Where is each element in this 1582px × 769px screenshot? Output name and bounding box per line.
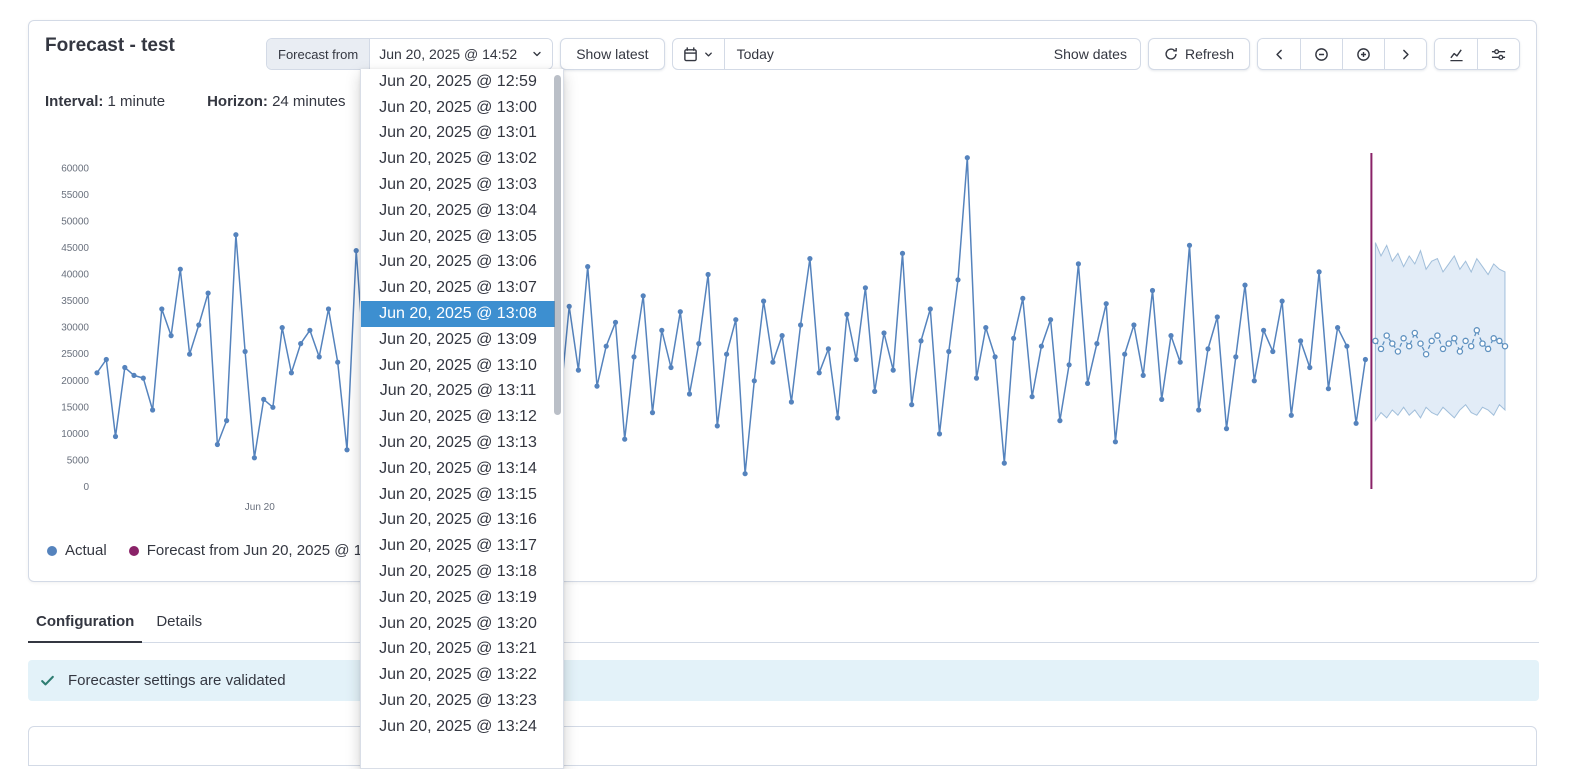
legend-item-forecast[interactable]: Forecast from Jun 20, 2025 @ 14:52: [129, 542, 392, 559]
horizon-info: Horizon: 24 minutes: [207, 93, 345, 110]
interval-label: Interval:: [45, 93, 103, 110]
chevron-down-icon: [531, 48, 543, 60]
svg-text:45000: 45000: [61, 243, 89, 254]
quick-select-button[interactable]: [673, 39, 725, 69]
legend-actual-label: Actual: [65, 542, 107, 559]
pan-right-button[interactable]: [1384, 39, 1426, 69]
date-range-value[interactable]: Today: [725, 46, 786, 62]
forecast-panel: Forecast - test Forecast from Jun 20, 20…: [28, 20, 1537, 582]
tab-configuration[interactable]: Configuration: [28, 603, 142, 643]
refresh-button[interactable]: Refresh: [1148, 38, 1250, 70]
datetime-option[interactable]: Jun 20, 2025 @ 13:05: [361, 224, 555, 250]
actual-series-dot-icon: [47, 546, 57, 556]
forecast-chart: 0 5000 10000 15000 20000 25000 30000 35000 40000…: [45, 145, 1523, 513]
datetime-option[interactable]: Jun 20, 2025 @ 13:22: [361, 662, 555, 688]
zoom-out-icon: [1314, 47, 1329, 62]
interval-value: 1 minute: [108, 93, 166, 110]
chevron-down-icon: [703, 49, 714, 60]
svg-text:10000: 10000: [61, 429, 89, 440]
next-section-panel: [28, 726, 1537, 766]
datetime-option[interactable]: Jun 20, 2025 @ 13:24: [361, 714, 555, 740]
datetime-option[interactable]: Jun 20, 2025 @ 13:04: [361, 198, 555, 224]
datetime-option[interactable]: Jun 20, 2025 @ 13:09: [361, 327, 555, 353]
chart-legend: Actual Forecast from Jun 20, 2025 @ 14:5…: [47, 542, 391, 559]
datetime-option[interactable]: Jun 20, 2025 @ 13:01: [361, 121, 555, 147]
datetime-option[interactable]: Jun 20, 2025 @ 13:02: [361, 146, 555, 172]
forecast-from-group: Forecast from Jun 20, 2025 @ 14:52: [266, 38, 553, 70]
pan-left-button[interactable]: [1258, 39, 1300, 69]
check-icon: [39, 672, 56, 689]
dropdown-scrollbar[interactable]: [554, 75, 561, 415]
datetime-option[interactable]: Jun 20, 2025 @ 13:00: [361, 95, 555, 121]
page-title: Forecast - test: [45, 35, 175, 57]
datetime-option[interactable]: Jun 20, 2025 @ 13:07: [361, 275, 555, 301]
datetime-option[interactable]: Jun 20, 2025 @ 13:03: [361, 172, 555, 198]
forecast-from-label: Forecast from: [267, 39, 370, 69]
svg-text:60000: 60000: [61, 163, 89, 174]
datetime-option[interactable]: Jun 20, 2025 @ 13:14: [361, 456, 555, 482]
pan-zoom-group: [1257, 38, 1427, 70]
datetime-option[interactable]: Jun 20, 2025 @ 13:16: [361, 508, 555, 534]
datetime-option[interactable]: Jun 20, 2025 @ 13:19: [361, 585, 555, 611]
date-picker: Today Show dates: [672, 38, 1141, 70]
zoom-out-button[interactable]: [1300, 39, 1342, 69]
interval-info: Interval: 1 minute: [45, 93, 165, 110]
datetime-option[interactable]: Jun 20, 2025 @ 13:20: [361, 611, 555, 637]
svg-text:30000: 30000: [61, 323, 89, 334]
datetime-option[interactable]: Jun 20, 2025 @ 13:15: [361, 482, 555, 508]
refresh-label: Refresh: [1185, 46, 1234, 62]
tab-details[interactable]: Details: [148, 603, 210, 643]
validation-callout: Forecaster settings are validated: [28, 660, 1539, 701]
svg-text:25000: 25000: [61, 349, 89, 360]
tabs: Configuration Details: [28, 603, 210, 643]
tabs-divider: [28, 642, 1539, 643]
legend-item-actual[interactable]: Actual: [47, 542, 107, 559]
zoom-in-icon: [1356, 47, 1371, 62]
zoom-in-button[interactable]: [1342, 39, 1384, 69]
svg-text:35000: 35000: [61, 296, 89, 307]
datetime-option[interactable]: Jun 20, 2025 @ 13:23: [361, 688, 555, 714]
datetime-option[interactable]: Jun 20, 2025 @ 13:08: [361, 301, 555, 327]
datetime-option[interactable]: Jun 20, 2025 @ 13:06: [361, 250, 555, 276]
toolbar: Forecast from Jun 20, 2025 @ 14:52 Show …: [266, 38, 1520, 70]
datetime-option[interactable]: Jun 20, 2025 @ 13:12: [361, 404, 555, 430]
datetime-option-list: Jun 20, 2025 @ 12:59Jun 20, 2025 @ 13:00…: [361, 69, 563, 740]
svg-text:0: 0: [83, 482, 89, 493]
refresh-icon: [1164, 47, 1178, 61]
datetime-option[interactable]: Jun 20, 2025 @ 13:17: [361, 533, 555, 559]
chart-type-button[interactable]: [1435, 39, 1477, 69]
chart-options-group: [1434, 38, 1520, 70]
callout-message: Forecaster settings are validated: [68, 672, 286, 689]
calendar-icon: [683, 47, 698, 62]
datetime-option[interactable]: Jun 20, 2025 @ 13:18: [361, 559, 555, 585]
line-chart-icon: [1449, 47, 1464, 62]
forecast-from-datetime-input[interactable]: Jun 20, 2025 @ 14:52: [370, 39, 552, 69]
datetime-value: Jun 20, 2025 @ 14:52: [379, 46, 517, 62]
datetime-option[interactable]: Jun 20, 2025 @ 13:10: [361, 353, 555, 379]
datetime-option[interactable]: Jun 20, 2025 @ 13:13: [361, 430, 555, 456]
svg-text:20000: 20000: [61, 376, 89, 387]
horizon-value: 24 minutes: [272, 93, 345, 110]
svg-text:40000: 40000: [61, 270, 89, 281]
forecast-series-dot-icon: [129, 546, 139, 556]
datetime-dropdown: Jun 20, 2025 @ 12:59Jun 20, 2025 @ 13:00…: [360, 69, 564, 769]
svg-text:5000: 5000: [67, 455, 90, 466]
svg-text:15000: 15000: [61, 402, 89, 413]
chart-settings-button[interactable]: [1477, 39, 1519, 69]
svg-text:50000: 50000: [61, 216, 89, 227]
show-dates-button[interactable]: Show dates: [1041, 46, 1140, 62]
datetime-option[interactable]: Jun 20, 2025 @ 13:21: [361, 637, 555, 663]
datetime-option[interactable]: Jun 20, 2025 @ 12:59: [361, 69, 555, 95]
forecast-meta: Interval: 1 minute Horizon: 24 minutes: [45, 93, 345, 110]
horizon-label: Horizon:: [207, 93, 268, 110]
chevron-left-icon: [1273, 48, 1286, 61]
show-latest-button[interactable]: Show latest: [560, 38, 664, 70]
datetime-option[interactable]: Jun 20, 2025 @ 13:11: [361, 379, 555, 405]
controls-icon: [1491, 47, 1506, 62]
chevron-right-icon: [1399, 48, 1412, 61]
legend-forecast-label: Forecast from Jun 20, 2025 @ 14:52: [147, 542, 392, 559]
svg-text:55000: 55000: [61, 190, 89, 201]
svg-text:Jun 20: Jun 20: [245, 502, 275, 513]
